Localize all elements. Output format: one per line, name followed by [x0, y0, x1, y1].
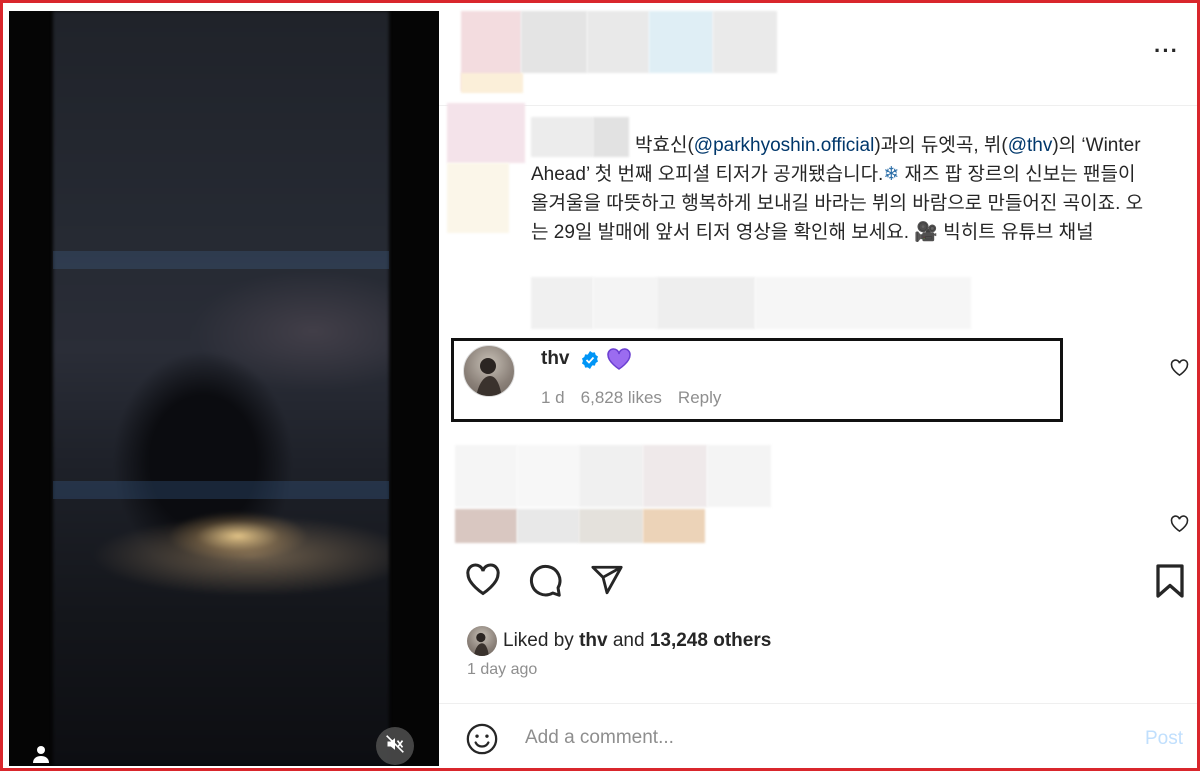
likes-prefix: Liked by [503, 630, 574, 651]
comment-icon[interactable] [527, 563, 563, 604]
emoji-icon[interactable] [465, 722, 499, 761]
blurred-comment [517, 445, 579, 507]
bookmark-icon[interactable] [1155, 563, 1185, 604]
blurred-comment [455, 509, 517, 543]
purple-heart-icon [606, 347, 632, 376]
comment-time: 1 d [541, 388, 565, 407]
post-panel: ··· 박효신(@parkhyoshin.official)과의 듀엣곡, 뷔(… [439, 11, 1197, 766]
likes-and: and [612, 630, 645, 651]
caption-text: )과의 듀엣곡, 뷔( [874, 135, 1008, 156]
add-comment-bar: Post [439, 703, 1197, 766]
comment-meta: 1 d 6,828 likes Reply [541, 388, 737, 408]
blurred-comment [707, 445, 771, 507]
blurred-comment [517, 509, 579, 543]
likes-summary[interactable]: Liked by thv and 13,248 others [467, 625, 771, 657]
liker-username[interactable]: thv [579, 630, 608, 651]
caption-text: 박효신( [635, 135, 694, 156]
share-icon[interactable] [589, 563, 625, 602]
verified-badge-icon [580, 350, 600, 375]
blurred-username [521, 11, 587, 73]
commenter-avatar[interactable] [463, 345, 515, 397]
blurred-caption-avatar [447, 103, 525, 163]
post-button[interactable]: Post [1145, 728, 1183, 750]
post-actions [439, 559, 1197, 603]
blurred-hashtags [657, 277, 755, 329]
mention-link[interactable]: @parkhyoshin.official [694, 135, 875, 156]
reply-button[interactable]: Reply [678, 388, 721, 407]
post-header: ··· [439, 11, 1197, 106]
blurred-hashtags [531, 277, 593, 329]
like-comment-heart-icon[interactable] [1170, 515, 1189, 538]
blurred-comment [579, 445, 643, 507]
snowflake-icon: ❄ [883, 164, 900, 185]
blurred-comment [643, 509, 705, 543]
muted-speaker-icon [385, 734, 405, 759]
tagged-user-icon[interactable] [31, 744, 51, 764]
blurred-comment [455, 445, 517, 507]
screenshot-frame: ··· 박효신(@parkhyoshin.official)과의 듀엣곡, 뷔(… [0, 0, 1200, 771]
post-caption: 박효신(@parkhyoshin.official)과의 듀엣곡, 뷔(@thv… [531, 131, 1151, 247]
caption-text: 빅히트 유튜브 채널 [937, 222, 1094, 243]
blurred-username [649, 11, 713, 73]
blurred-comment [643, 445, 707, 507]
blurred-hashtags [755, 277, 971, 329]
post-timestamp: 1 day ago [467, 661, 538, 678]
like-comment-heart-icon[interactable] [1170, 359, 1189, 382]
liker-avatar [467, 626, 497, 656]
more-options-button[interactable]: ··· [1154, 40, 1179, 62]
likes-others-link[interactable]: 13,248 others [650, 630, 771, 651]
movie-camera-icon: 🎥 [914, 222, 938, 243]
blurred-comment [579, 509, 643, 543]
blurred-username [587, 11, 649, 73]
blurred-block [461, 73, 523, 93]
video-player[interactable] [9, 11, 439, 766]
heart-icon[interactable] [465, 563, 501, 602]
comment-input[interactable] [525, 724, 1085, 752]
blurred-username [713, 11, 777, 73]
blurred-caption-avatar [447, 163, 509, 233]
mention-link[interactable]: @thv [1008, 135, 1053, 156]
video-frame [53, 11, 389, 766]
video-light-streak [53, 251, 389, 269]
comment-likes[interactable]: 6,828 likes [581, 388, 662, 407]
video-light-streak [53, 481, 389, 499]
commenter-username[interactable]: thv [541, 348, 570, 370]
blurred-hashtags [593, 277, 657, 329]
mute-button[interactable] [376, 727, 414, 765]
